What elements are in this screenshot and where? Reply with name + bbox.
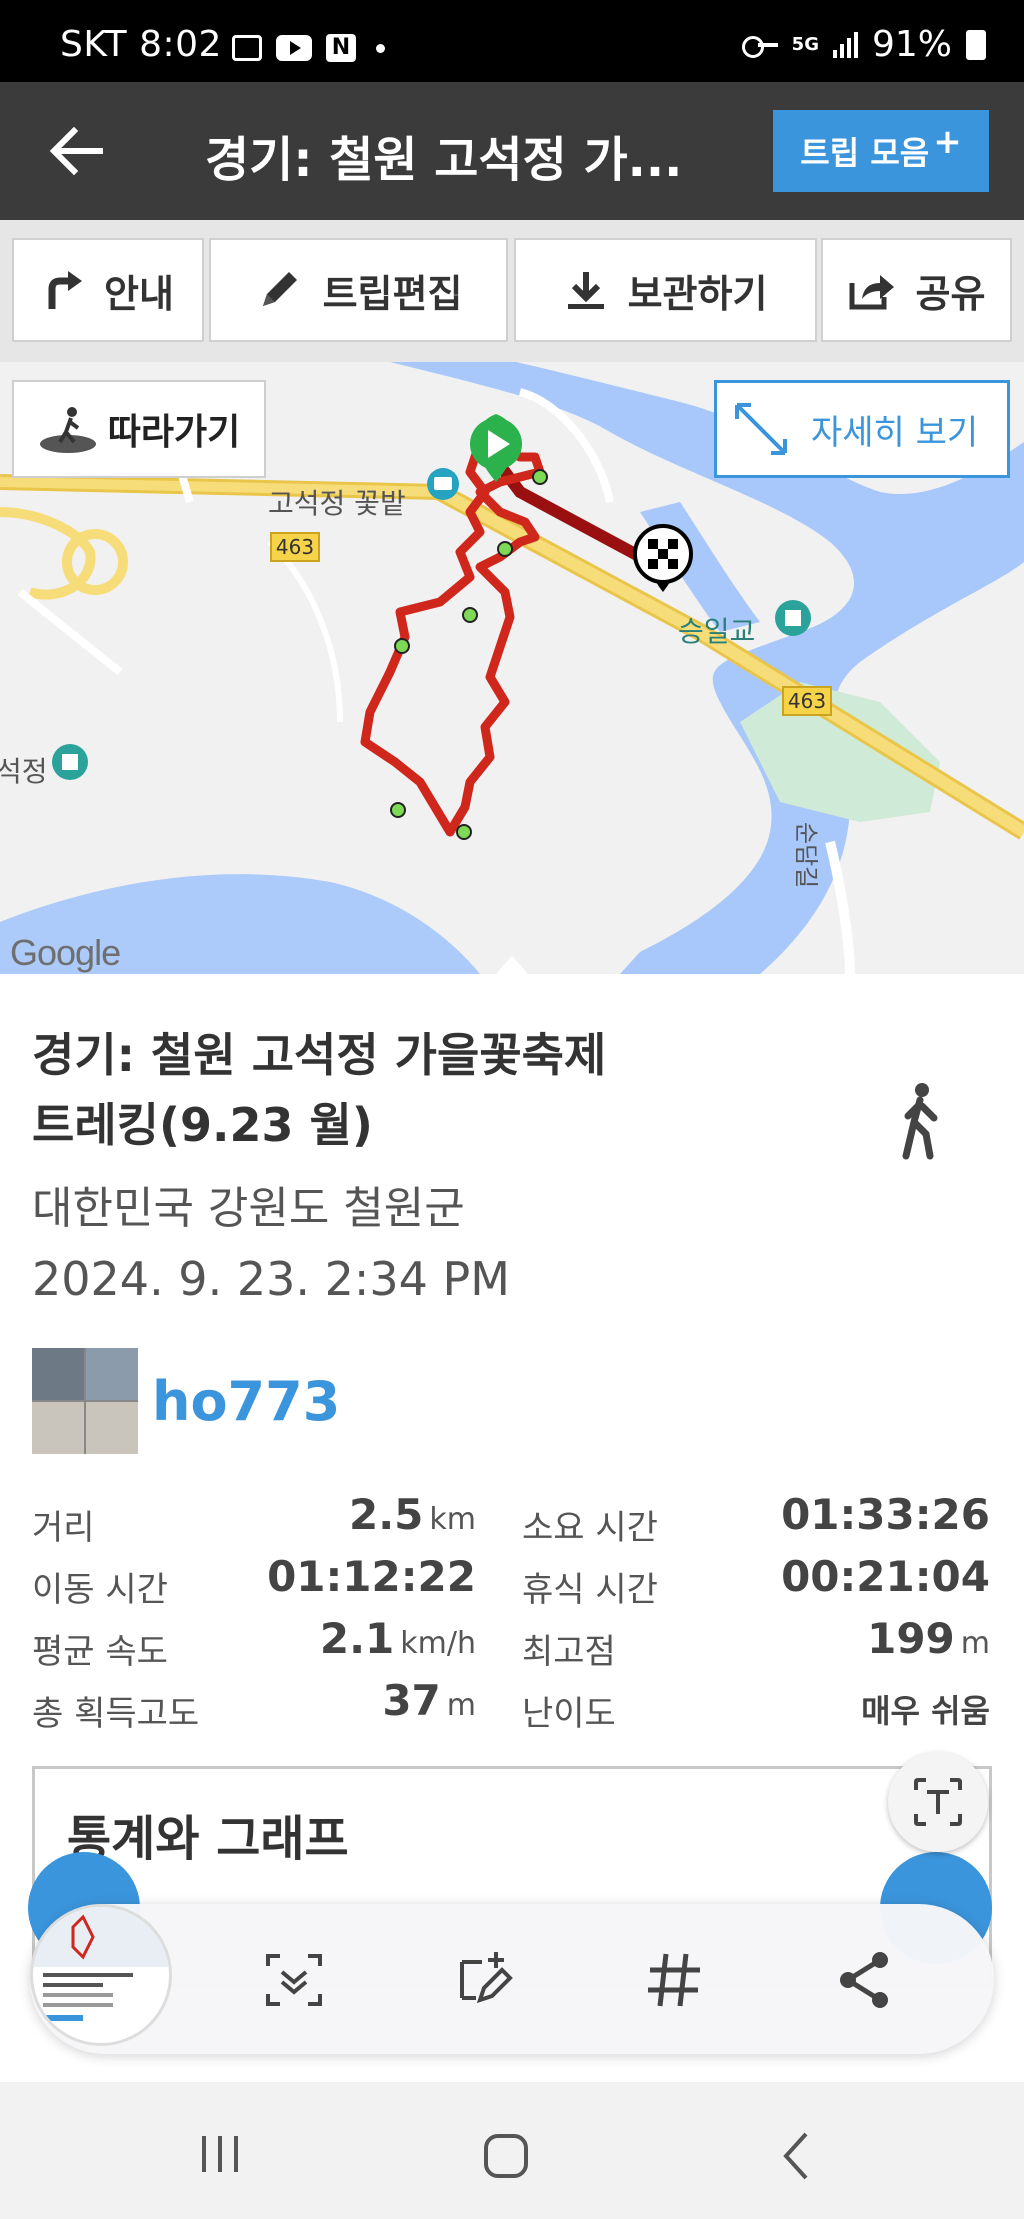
stat-value: 00:21:04 bbox=[781, 1552, 990, 1601]
gallery-icon bbox=[232, 35, 262, 61]
battery-icon bbox=[966, 29, 986, 60]
stat-value: 2.1 km/h bbox=[319, 1614, 476, 1663]
stat-row: 평균 속도 2.1 km/h 최고점 199 m bbox=[32, 1614, 996, 1676]
download-icon bbox=[567, 272, 604, 309]
route-badge: 463 bbox=[270, 532, 320, 562]
guide-label: 안내 bbox=[104, 271, 174, 316]
signal-icon bbox=[832, 31, 858, 58]
arrow-left-icon bbox=[49, 126, 103, 176]
map-label-flower-field: 고석정 꽃밭 bbox=[268, 487, 406, 520]
follow-label: 따라가기 bbox=[107, 412, 241, 453]
back-nav-icon[interactable] bbox=[776, 2130, 816, 2182]
system-nav-bar bbox=[0, 2082, 1024, 2219]
stat-row: 이동 시간 01:12:22 휴식 시간 00:21:04 bbox=[32, 1552, 996, 1614]
map-label-place: 석정 bbox=[0, 755, 48, 788]
vpn-key-icon bbox=[741, 35, 778, 58]
trip-title-line1: 경기: 철원 고석정 가을꽃축제 bbox=[32, 1028, 607, 1082]
stats-table: 거리 2.5 km 소요 시간 01:33:26 이동 시간 01:12:22 휴… bbox=[32, 1490, 996, 1738]
app-bar: 경기: 철원 고석정 가... 트립 모음 + bbox=[0, 82, 1024, 220]
share-icon bbox=[849, 275, 894, 310]
stat-label: 총 획득고도 bbox=[32, 1694, 200, 1734]
hiker-icon bbox=[39, 407, 96, 453]
stat-label: 난이도 bbox=[522, 1694, 616, 1734]
edit-screenshot-icon[interactable] bbox=[452, 1948, 516, 2012]
stat-value: 37 m bbox=[382, 1676, 476, 1725]
stat-value: 매우 쉬움 bbox=[861, 1692, 990, 1730]
username-link[interactable]: ho773 bbox=[152, 1370, 340, 1433]
map-label-road: 순담길 bbox=[792, 822, 820, 889]
view-detail-label: 자세히 보기 bbox=[811, 412, 979, 453]
stat-row: 거리 2.5 km 소요 시간 01:33:26 bbox=[32, 1490, 996, 1552]
trip-location: 대한민국 강원도 철원군 bbox=[32, 1183, 465, 1234]
back-button[interactable] bbox=[48, 126, 104, 176]
home-icon[interactable] bbox=[482, 2132, 532, 2182]
guide-button[interactable]: 안내 bbox=[12, 238, 204, 342]
screenshot-toolbar bbox=[30, 1904, 994, 2054]
stat-value: 01:12:22 bbox=[267, 1552, 476, 1601]
text-extract-button[interactable] bbox=[888, 1752, 988, 1852]
save-label: 보관하기 bbox=[627, 271, 768, 316]
walking-icon bbox=[902, 1083, 938, 1160]
share-button[interactable]: 공유 bbox=[821, 238, 1012, 342]
scroll-capture-icon[interactable] bbox=[262, 1948, 326, 2012]
follow-button[interactable]: 따라가기 bbox=[12, 380, 266, 478]
network-5g-icon: 5G bbox=[791, 33, 819, 55]
trip-collection-button[interactable]: 트립 모음 + bbox=[773, 110, 989, 192]
stat-label: 휴식 시간 bbox=[522, 1570, 658, 1610]
edit-trip-label: 트립편집 bbox=[322, 271, 463, 316]
recent-apps-icon[interactable] bbox=[196, 2132, 246, 2176]
youtube-icon bbox=[276, 35, 312, 61]
stat-label: 거리 bbox=[32, 1508, 95, 1548]
plus-icon: + bbox=[933, 122, 962, 162]
avatar[interactable] bbox=[32, 1348, 138, 1454]
action-toolbar: 안내 트립편집 보관하기 공유 bbox=[0, 220, 1024, 362]
status-bar: SKT 8:02 N 5G 91% bbox=[0, 0, 1024, 82]
stat-label: 이동 시간 bbox=[32, 1570, 168, 1610]
stat-value: 199 m bbox=[867, 1614, 990, 1663]
text-scan-icon bbox=[914, 1778, 962, 1826]
route-badge: 463 bbox=[782, 686, 832, 716]
stat-row: 총 획득고도 37 m 난이도 매우 쉬움 bbox=[32, 1676, 996, 1738]
map-label-bridge: 승일교 bbox=[678, 615, 756, 648]
trip-title: 경기: 철원 고석정 가을꽃축제 트레킹(9.23 월) bbox=[32, 1020, 672, 1160]
trip-title-line2: 트레킹(9.23 월) bbox=[32, 1098, 373, 1152]
stat-label: 최고점 bbox=[522, 1632, 616, 1672]
expand-icon bbox=[735, 403, 787, 455]
edit-trip-button[interactable]: 트립편집 bbox=[209, 238, 508, 342]
google-logo: Google bbox=[10, 932, 121, 973]
save-button[interactable]: 보관하기 bbox=[514, 238, 817, 342]
more-notifications-icon bbox=[376, 43, 385, 53]
battery-percent: 91% bbox=[871, 24, 952, 65]
share-icon[interactable] bbox=[832, 1948, 896, 2012]
notification-icons: N bbox=[232, 34, 385, 62]
pencil-icon bbox=[262, 272, 297, 306]
trip-map[interactable]: 463 463 고석정 꽃밭 승일교 석정 순담길 따라가기 자세히 보기 Go… bbox=[0, 362, 1024, 974]
turn-right-icon bbox=[48, 271, 83, 309]
trip-collection-label: 트립 모음 bbox=[800, 134, 930, 172]
stat-value: 01:33:26 bbox=[781, 1490, 990, 1539]
screenshot-thumbnail[interactable] bbox=[30, 1904, 172, 2046]
stat-value: 2.5 km bbox=[348, 1490, 476, 1539]
share-label: 공유 bbox=[915, 271, 986, 316]
hashtag-icon[interactable] bbox=[642, 1948, 706, 2012]
carrier-time: SKT 8:02 bbox=[60, 24, 222, 65]
page-title: 경기: 철원 고석정 가... bbox=[205, 132, 683, 188]
stat-label: 소요 시간 bbox=[522, 1508, 658, 1548]
trip-date: 2024. 9. 23. 2:34 PM bbox=[32, 1252, 510, 1306]
stat-label: 평균 속도 bbox=[32, 1632, 168, 1672]
view-detail-button[interactable]: 자세히 보기 bbox=[714, 380, 1010, 478]
naver-icon: N bbox=[326, 34, 356, 62]
